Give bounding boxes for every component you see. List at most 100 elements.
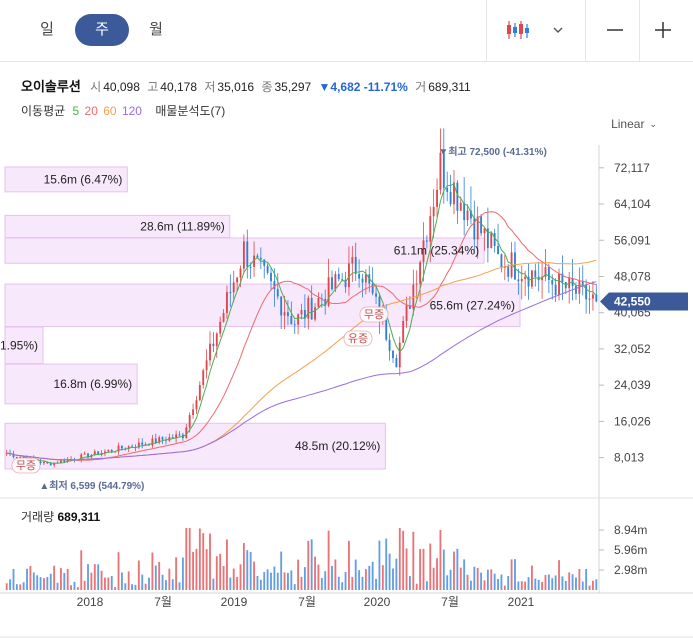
volume-bar [422,548,425,590]
volume-panel-label: 거래량 689,311 [21,508,100,525]
volume-bar [26,568,28,590]
volume-bar [97,564,100,590]
volume-bar [480,572,483,590]
candle-body [259,257,262,260]
volume-panel-title: 거래량 [21,510,55,524]
volume-bar [151,552,154,590]
volume-profile-label: 15.6m (6.47%) [44,172,123,186]
volume-bar [287,572,289,590]
volume-bar [405,548,408,590]
candle-body [547,267,550,281]
volume-profile-label: 65.6m (27.24%) [430,298,515,312]
candle-body [219,321,222,334]
volume-bar [15,584,18,590]
candle-body [236,277,239,283]
candle-body [463,202,466,221]
candle-body [348,263,350,288]
candle-body [524,276,527,279]
candle-body [585,284,588,300]
volume-bar [469,580,472,590]
x-tick-label: 2020 [364,595,391,609]
volume-bar [222,566,225,590]
candle-body [493,233,496,246]
volume-profile-label: 48.5m (20.12%) [295,439,380,453]
candle-body [229,292,232,294]
candle-body [551,280,554,285]
candle-body [222,313,225,322]
volume-bar [56,582,59,590]
price-chart[interactable]: 15.6m (6.47%) 28.6m (11.89%) 61.1m (25.34%… [0,0,693,641]
volume-tick-label: 8.94m [614,523,647,537]
volume-bar [148,577,150,590]
candle-body [239,268,242,278]
volume-bar [212,578,215,590]
volume-bar [229,577,232,590]
candle-body [226,292,228,314]
volume-bar [226,539,228,590]
volume-bar [188,528,191,590]
candle-body [205,360,208,371]
volume-bar [432,567,435,590]
candle-body [466,210,469,221]
volume-bar [5,583,8,590]
candle-body [412,284,415,309]
candle-body [351,257,354,264]
volume-bar [39,577,42,590]
candle-body [436,189,438,207]
volume-bar [446,575,449,590]
candle-body [310,297,313,320]
volume-bar [236,576,239,590]
x-tick-label: 2019 [221,595,248,609]
volume-bar [36,575,39,590]
volume-bar [517,581,520,590]
candle-body [327,277,330,306]
candle-body [212,343,215,347]
candle-body [192,409,194,416]
volume-bar [104,577,106,590]
volume-bar [178,582,181,590]
candle-body [297,314,300,325]
candle-body [459,202,462,211]
volume-bar [131,584,134,590]
volume-bar [90,572,93,590]
candle-body [449,191,452,205]
candle-body [307,297,310,319]
volume-bar [66,568,69,590]
volume-bar [453,551,455,590]
volume-bar [168,568,171,590]
y-tick-label: 64,104 [614,197,651,211]
x-tick-label: 2018 [77,595,104,609]
volume-bar [181,557,184,590]
volume-bar [591,580,594,590]
x-tick-label: 7월 [441,595,459,609]
candle-body [388,339,391,351]
volume-bar [317,564,320,590]
candle-body [280,296,283,316]
candle-body [554,284,557,295]
candle-body [358,273,361,279]
candle-body [500,254,503,268]
candle-body [178,434,181,436]
candle-body [361,278,364,283]
candle-body [202,370,205,385]
volume-profile-label: 4.70m (1.95%) [0,338,38,352]
high-annotation: ▼최고 72,500 (-41.31%) [438,145,546,158]
volume-bar [93,564,96,590]
volume-bar [134,584,137,590]
candle-body [364,274,367,283]
candle-body [185,427,188,439]
volume-bar [161,574,164,590]
volume-bar [561,576,564,590]
candle-body [415,283,418,285]
volume-bar [486,569,489,590]
volume-profile-label: 16.8m (6.99%) [53,377,132,391]
volume-bar [246,550,249,590]
volume-bar [585,568,588,590]
candle-body [161,437,164,440]
candle-body [497,245,499,255]
volume-bar [429,543,432,590]
candle-body [188,415,191,428]
volume-bar [449,569,452,590]
y-tick-label: 32,052 [614,342,651,356]
volume-bar [337,576,340,590]
